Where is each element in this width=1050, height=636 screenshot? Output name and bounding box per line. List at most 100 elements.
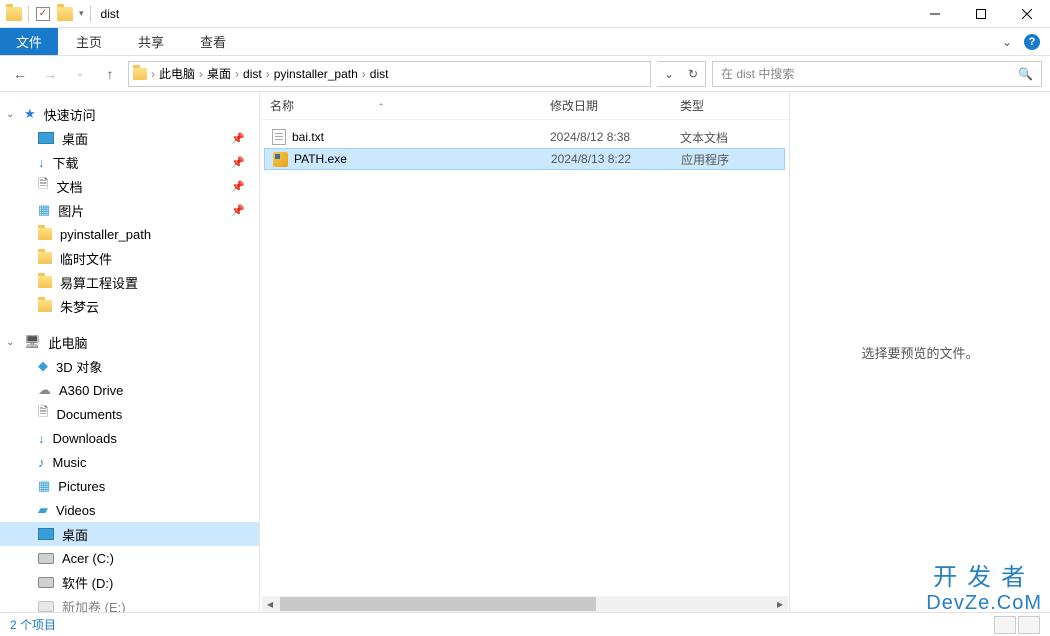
sidebar-item-folder[interactable]: pyinstaller_path [0, 222, 259, 246]
expand-icon[interactable]: ⌄ [6, 109, 14, 120]
chevron-right-icon[interactable]: › [362, 67, 366, 81]
sidebar-quick-access[interactable]: ⌄ ★ 快速访问 [0, 102, 259, 126]
sidebar-item-a360[interactable]: ☁ A360 Drive [0, 378, 259, 402]
exe-file-icon [273, 152, 288, 167]
sidebar-item-label: 3D 对象 [56, 357, 102, 376]
sidebar-item-label: 图片 [58, 201, 84, 220]
sidebar-item-label: Videos [56, 503, 96, 518]
disk-icon [38, 553, 54, 564]
forward-button[interactable]: → [38, 62, 62, 86]
up-button[interactable]: ↑ [98, 62, 122, 86]
breadcrumb[interactable]: 桌面 [207, 65, 231, 82]
pc-icon: 🖥 [24, 334, 41, 350]
column-name[interactable]: 名称 ⌃ [270, 97, 550, 114]
sidebar-item-pictures[interactable]: ▦ Pictures [0, 474, 259, 498]
address-bar[interactable]: › 此电脑 › 桌面 › dist › pyinstaller_path › d… [128, 61, 651, 87]
address-dropdown-icon[interactable]: ⌄ [657, 62, 681, 86]
sidebar-item-label: 软件 (D:) [62, 573, 113, 592]
tab-view[interactable]: 查看 [182, 28, 244, 55]
sidebar-item-folder[interactable]: 临时文件 [0, 246, 259, 270]
chevron-right-icon[interactable]: › [151, 67, 155, 81]
search-icon[interactable]: 🔍 [1018, 67, 1033, 81]
sidebar-item-desktop[interactable]: 桌面 [0, 522, 259, 546]
details-view-button[interactable] [994, 616, 1016, 634]
pin-icon: 📌 [231, 156, 245, 169]
sidebar-item-3d[interactable]: ◆ 3D 对象 [0, 354, 259, 378]
ribbon: 文件 主页 共享 查看 ⌄ ? [0, 28, 1050, 56]
file-date: 2024/8/12 8:38 [550, 130, 680, 144]
recent-dropdown-icon[interactable]: ⌄ [68, 62, 92, 86]
item-count: 2 个项目 [10, 616, 56, 633]
sidebar-item-documents[interactable]: 🗎 Documents [0, 402, 259, 426]
breadcrumb[interactable]: dist [370, 67, 389, 81]
column-type[interactable]: 类型 [680, 97, 780, 114]
column-date[interactable]: 修改日期 [550, 97, 680, 114]
sidebar-item-videos[interactable]: ▰ Videos [0, 498, 259, 522]
qat-dropdown-icon[interactable]: ▾ [79, 8, 84, 19]
sidebar-item-label: Pictures [58, 479, 105, 494]
file-date: 2024/8/13 8:22 [551, 152, 681, 166]
pin-icon: 📌 [231, 132, 245, 145]
search-placeholder: 在 dist 中搜索 [721, 65, 794, 82]
scroll-thumb[interactable] [280, 597, 596, 611]
maximize-button[interactable] [958, 0, 1004, 28]
sidebar-item-desktop[interactable]: 桌面 📌 [0, 126, 259, 150]
chevron-right-icon[interactable]: › [235, 67, 239, 81]
window-title: dist [101, 7, 120, 21]
folder-icon [133, 68, 147, 80]
preview-pane: 选择要预览的文件。 [790, 92, 1050, 612]
sidebar-item-documents[interactable]: 🗎 文档 📌 [0, 174, 259, 198]
breadcrumb[interactable]: dist [243, 67, 262, 81]
sidebar-item-label: A360 Drive [59, 383, 123, 398]
document-icon: 🗎 [38, 175, 48, 197]
sidebar-item-music[interactable]: ♪ Music [0, 450, 259, 474]
sidebar-this-pc[interactable]: ⌄ 🖥 此电脑 [0, 330, 259, 354]
breadcrumb[interactable]: 此电脑 [159, 65, 195, 82]
checkbox-qat-icon[interactable]: ✓ [35, 6, 51, 22]
scroll-left-icon[interactable]: ◂ [262, 596, 278, 612]
sidebar-item-pictures[interactable]: ▦ 图片 📌 [0, 198, 259, 222]
back-button[interactable]: ← [8, 62, 32, 86]
navigation-sidebar: ⌄ ★ 快速访问 桌面 📌 ↓ 下载 📌 🗎 文档 📌 ▦ 图片 📌 pyins… [0, 92, 260, 612]
chevron-right-icon[interactable]: › [199, 67, 203, 81]
sidebar-item-label: 快速访问 [44, 105, 96, 124]
close-button[interactable] [1004, 0, 1050, 28]
file-row[interactable]: bai.txt 2024/8/12 8:38 文本文档 [264, 126, 785, 148]
music-icon: ♪ [38, 455, 45, 470]
file-row[interactable]: PATH.exe 2024/8/13 8:22 应用程序 [264, 148, 785, 170]
tab-share[interactable]: 共享 [120, 28, 182, 55]
text-file-icon [272, 129, 286, 145]
sidebar-item-disk-e[interactable]: 新加卷 (E:) [0, 594, 259, 612]
scroll-right-icon[interactable]: ▸ [772, 596, 788, 612]
picture-icon: ▦ [38, 202, 50, 218]
sidebar-item-label: 桌面 [62, 525, 88, 544]
icons-view-button[interactable] [1018, 616, 1040, 634]
sidebar-item-label: 朱梦云 [60, 297, 99, 316]
breadcrumb[interactable]: pyinstaller_path [274, 67, 358, 81]
file-type: 应用程序 [681, 151, 781, 168]
sidebar-item-disk-d[interactable]: 软件 (D:) [0, 570, 259, 594]
refresh-button[interactable]: ↻ [681, 62, 705, 86]
disk-icon [38, 577, 54, 588]
sidebar-item-label: 新加卷 (E:) [62, 597, 126, 613]
tab-home[interactable]: 主页 [58, 28, 120, 55]
search-input[interactable]: 在 dist 中搜索 🔍 [712, 61, 1042, 87]
chevron-right-icon[interactable]: › [266, 67, 270, 81]
file-name: bai.txt [292, 130, 324, 144]
file-tab[interactable]: 文件 [0, 28, 58, 55]
sidebar-item-label: Documents [56, 407, 122, 422]
sidebar-item-disk-c[interactable]: Acer (C:) [0, 546, 259, 570]
ribbon-expand-icon[interactable]: ⌄ [1002, 35, 1012, 49]
sidebar-item-label: pyinstaller_path [60, 227, 151, 242]
expand-icon[interactable]: ⌄ [6, 337, 14, 348]
file-name: PATH.exe [294, 152, 347, 166]
minimize-button[interactable] [912, 0, 958, 28]
horizontal-scrollbar[interactable]: ◂ ▸ [262, 596, 788, 612]
sidebar-item-downloads[interactable]: ↓ Downloads [0, 426, 259, 450]
sidebar-item-folder[interactable]: 易算工程设置 [0, 270, 259, 294]
folder-icon [38, 300, 52, 312]
folder-qat-icon[interactable] [57, 6, 73, 22]
help-icon[interactable]: ? [1024, 34, 1040, 50]
sidebar-item-downloads[interactable]: ↓ 下载 📌 [0, 150, 259, 174]
sidebar-item-folder[interactable]: 朱梦云 [0, 294, 259, 318]
